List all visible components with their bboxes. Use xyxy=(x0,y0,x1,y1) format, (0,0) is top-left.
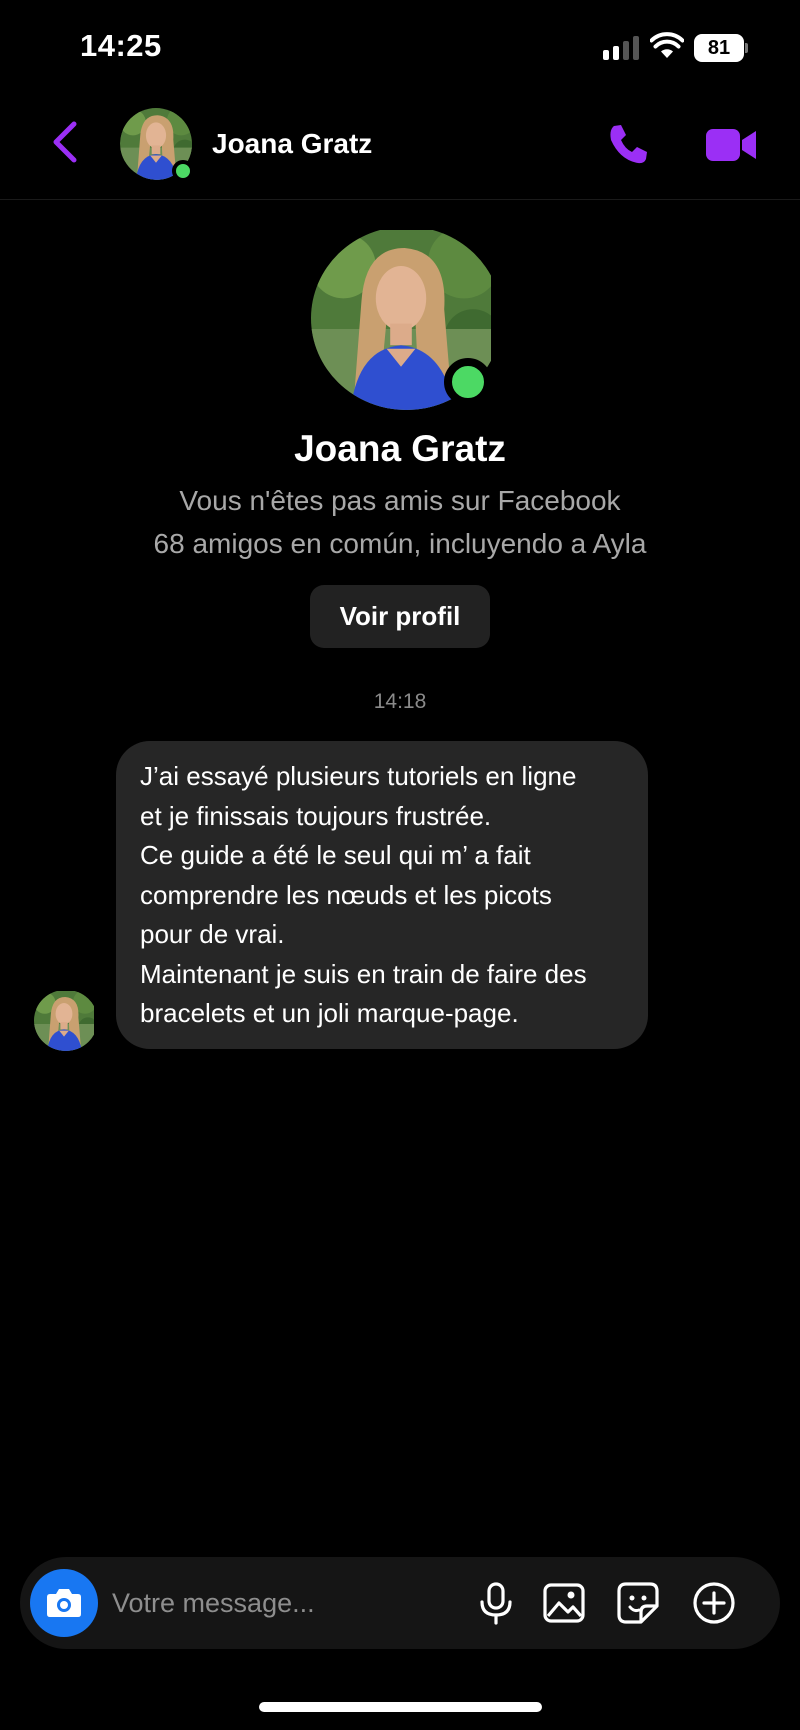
image-icon[interactable] xyxy=(540,1579,588,1627)
profile-online-indicator xyxy=(444,358,492,406)
battery-level: 81 xyxy=(694,34,744,62)
wifi-icon xyxy=(650,32,684,58)
message-line: Maintenant je suis en train de faire des xyxy=(140,958,587,989)
camera-button[interactable] xyxy=(30,1569,98,1637)
message-input[interactable] xyxy=(112,1579,472,1627)
home-indicator[interactable] xyxy=(259,1702,542,1712)
battery-icon: 81 xyxy=(694,34,748,62)
cellular-signal-icon xyxy=(603,36,639,60)
message-line: bracelets et un joli marque-page. xyxy=(140,998,519,1028)
status-time: 14:25 xyxy=(80,28,162,63)
chat-screen: 14:25 81 Joana Gratz Joana Gratz Vous n'… xyxy=(0,0,800,1730)
profile-name: Joana Gratz xyxy=(294,428,506,469)
sticker-icon[interactable] xyxy=(614,1579,662,1627)
video-camera-icon[interactable] xyxy=(704,124,758,166)
message-line: pour de vrai. xyxy=(140,919,285,949)
phone-icon[interactable] xyxy=(604,120,652,168)
sender-avatar[interactable] xyxy=(34,991,94,1051)
header-avatar[interactable] xyxy=(120,108,194,182)
message-composer xyxy=(20,1557,780,1649)
message-line: Ce guide a été le seul qui m’ a fait xyxy=(140,840,531,870)
message-timestamp: 14:18 xyxy=(373,690,427,713)
plus-circle-icon[interactable] xyxy=(690,1579,738,1627)
microphone-icon[interactable] xyxy=(472,1579,520,1627)
online-indicator xyxy=(172,160,194,182)
message-line: et je finissais toujours frustrée. xyxy=(140,800,492,831)
status-bar: 14:25 81 xyxy=(0,0,800,96)
message-line: comprendre les nœuds et les picots xyxy=(140,879,552,910)
chevron-left-icon[interactable] xyxy=(44,116,88,168)
mutual-friends-text: 68 amigos en común, incluyendo a Ayla xyxy=(153,528,647,559)
friend-status-text: Vous n'êtes pas amis sur Facebook xyxy=(179,485,621,516)
camera-icon xyxy=(47,1589,81,1617)
contact-name[interactable]: Joana Gratz xyxy=(212,128,372,160)
view-profile-button[interactable]: Voir profil xyxy=(310,585,490,648)
message-line: J’ai essayé plusieurs tutoriels en ligne xyxy=(140,761,577,791)
chat-header: Joana Gratz xyxy=(0,96,800,200)
message-bubble[interactable]: J’ai essayé plusieurs tutoriels en ligne… xyxy=(116,741,648,1049)
